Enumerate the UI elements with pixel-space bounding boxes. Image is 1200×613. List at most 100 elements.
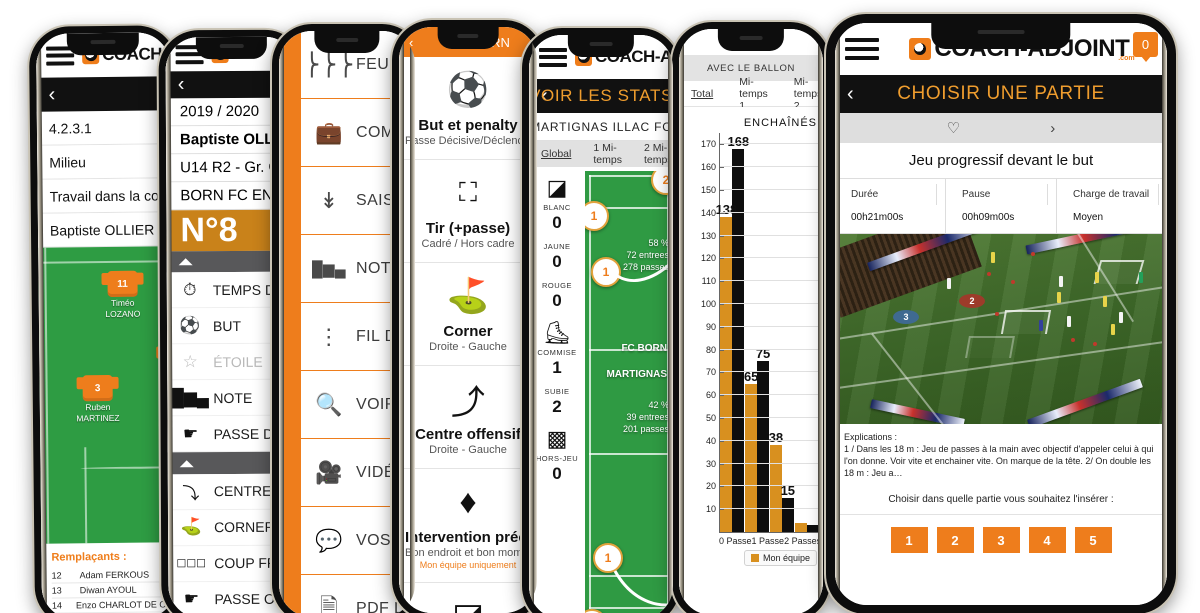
tab-mi-temps-2[interactable]: 2 Mi-temps bbox=[644, 142, 673, 166]
back-icon[interactable]: ‹ bbox=[409, 35, 413, 50]
zone-tag-2[interactable]: 2 bbox=[959, 294, 985, 308]
jersey-icon: 3 bbox=[82, 374, 113, 402]
chart-gridline: 20 bbox=[706, 481, 819, 491]
chart-y-tick: 20 bbox=[706, 481, 725, 491]
stopwatch-icon: ⏱ bbox=[183, 279, 197, 300]
list-item[interactable]: Baptiste OLLIER (c) bbox=[37, 212, 175, 248]
part-button-4[interactable]: 4 bbox=[1028, 527, 1066, 553]
action-but-et-penalty[interactable]: ⚽ But et penalty Passe Décisive/Déclench… bbox=[399, 57, 537, 160]
stat-label: ROUGE bbox=[541, 281, 572, 290]
composition-info-list: 4.2.3.1 Milieu Travail dans la continuit… bbox=[36, 110, 176, 248]
action-tir[interactable]: ⛶ Tir (+passe) Cadré / Hors cadre bbox=[399, 160, 537, 263]
chart-bar-group: 65 75 bbox=[744, 133, 770, 532]
chart-x-tick: 0 Passe bbox=[719, 536, 752, 546]
star-icon: ☆ bbox=[182, 351, 198, 372]
tab-total[interactable]: Total bbox=[691, 88, 713, 100]
bar-chart[interactable]: ENCHAÎNÉS Enchaînements 138 168 65 75 38 15 1… bbox=[679, 107, 823, 613]
curve-arrow-icon: ⤵ bbox=[182, 484, 200, 504]
choose-part-label: Choisir dans quelle partie vous souhaite… bbox=[835, 486, 1167, 515]
legend-label: Mon équipe bbox=[762, 553, 810, 563]
pass-arrows bbox=[605, 258, 673, 607]
action-title: Corner bbox=[443, 323, 493, 340]
chart-x-tick: 1 Passe bbox=[751, 536, 785, 546]
back-icon[interactable]: ‹ bbox=[835, 84, 866, 104]
back-icon[interactable]: ‹ bbox=[529, 86, 560, 106]
meta-pause: Pause 00h09m00s bbox=[946, 179, 1057, 233]
chart-y-tick: 130 bbox=[701, 231, 725, 241]
chart-gridline: 160 bbox=[701, 162, 819, 172]
notch bbox=[931, 23, 1071, 49]
stat-label: HORS-JEU bbox=[535, 454, 579, 463]
part-buttons: 1 2 3 4 5 bbox=[835, 515, 1167, 565]
chart-gridline: 170 bbox=[701, 139, 819, 149]
hamburger-menu-icon[interactable] bbox=[539, 47, 567, 67]
pitch-composition[interactable]: 11 Timéo LOZANO 8 Baptiste OLLIER 3 Rube… bbox=[38, 246, 176, 544]
chart-gridline: 110 bbox=[702, 276, 819, 286]
action-centre-offensif[interactable]: ⤴ Centre offensif Droite - Gauche bbox=[399, 366, 537, 469]
notch bbox=[66, 32, 140, 56]
action-subtitle: Passe Décisive/Déclenchement bbox=[405, 135, 537, 147]
part-button-5[interactable]: 5 bbox=[1074, 527, 1112, 553]
phone-stats: COACH-ADJOINT ‹ VOIR LES STATS MARTIGNAS… bbox=[522, 28, 680, 613]
action-intervention-precieuse[interactable]: ♦ Intervention précieuse Bon endroit et … bbox=[399, 469, 537, 583]
action-subtitle: Droite - Gauche bbox=[429, 341, 507, 353]
notch bbox=[195, 36, 268, 60]
action-carton[interactable]: ◪ Carton Blanc - Jaune - Rouge bbox=[399, 583, 537, 613]
stat-value: 0 bbox=[552, 213, 562, 232]
download-chart-icon: ↡ bbox=[319, 187, 339, 213]
notification-badge[interactable]: 0 bbox=[1133, 32, 1158, 57]
foul-icon: ⛸ bbox=[543, 320, 571, 345]
chart-bar bbox=[794, 522, 807, 532]
exercise-pitch-image[interactable]: 3 2 bbox=[835, 234, 1167, 424]
chart-gridline: 10 bbox=[706, 504, 819, 514]
tab-mi-temps-1[interactable]: 1 Mi-temps bbox=[593, 142, 622, 166]
back-icon[interactable]: ‹ bbox=[36, 84, 67, 106]
stat-value: 0 bbox=[552, 252, 562, 271]
pitch-stats-map[interactable]: 1 2 1 1 2 58 % 72 entrees 278 passes FC … bbox=[585, 171, 673, 613]
chart-y-tick: 160 bbox=[701, 162, 725, 172]
chart-legend[interactable]: Mon équipe bbox=[743, 550, 817, 566]
hamburger-menu-icon[interactable] bbox=[845, 38, 879, 60]
list-item[interactable]: Milieu bbox=[37, 144, 172, 180]
action-corner[interactable]: ⛳ Corner Droite - Gauche bbox=[399, 263, 537, 366]
bag-icon: 💼 bbox=[315, 119, 343, 145]
chart-gridline: 100 bbox=[701, 299, 819, 309]
list-item[interactable]: Travail dans la continuité bbox=[37, 178, 176, 214]
notch bbox=[437, 27, 499, 49]
thumbs-up-icon: ☛ bbox=[183, 589, 200, 609]
part-button-1[interactable]: 1 bbox=[890, 527, 928, 553]
orange-side-bar bbox=[279, 31, 301, 613]
menu-item-label: CENTRE bbox=[213, 483, 272, 500]
page-title: CHOISIR UNE PARTIE bbox=[897, 83, 1105, 104]
chevron-up-icon bbox=[179, 459, 194, 467]
bar-chart-icon: █▆▄ bbox=[171, 387, 210, 408]
stat-value: 0 bbox=[552, 464, 562, 483]
chart-bar-group: 138 168 bbox=[716, 133, 749, 532]
chart-y-tick: 120 bbox=[701, 253, 725, 263]
back-icon[interactable]: ‹ bbox=[166, 74, 197, 96]
heart-icon[interactable]: ♡ bbox=[947, 119, 960, 137]
exercise-title: Jeu progressif devant le but bbox=[835, 143, 1167, 178]
chart-gridline: 130 bbox=[701, 231, 819, 241]
title-bar: ‹ VOIR LES STATS bbox=[529, 79, 673, 113]
chart-y-tick: 50 bbox=[706, 413, 725, 423]
brand-suffix: .com bbox=[1118, 55, 1135, 62]
offside-flag-icon: ▩ bbox=[546, 426, 568, 451]
legend-swatch bbox=[750, 554, 759, 562]
chart-gridline: 70 bbox=[706, 367, 819, 377]
chart-y-tick: 80 bbox=[706, 345, 725, 355]
explications-text: 1 / Dans les 18 m : Jeu de passes à la m… bbox=[844, 444, 1154, 478]
list-item: 14Enzo CHARLOT DE OLIVEIRA bbox=[51, 597, 176, 613]
tab-global[interactable]: Global bbox=[541, 148, 571, 160]
jersey-icon: 11 bbox=[107, 270, 138, 297]
chevron-right-icon[interactable]: › bbox=[1050, 120, 1055, 137]
list-item[interactable]: 4.2.3.1 bbox=[36, 110, 172, 146]
match-name: MARTIGNAS ILLAC FC bbox=[529, 113, 673, 141]
zone-tag-3[interactable]: 3 bbox=[893, 310, 919, 324]
chart-bar-group bbox=[794, 133, 819, 532]
chart-y-tick: 40 bbox=[706, 436, 725, 446]
stats-side-column: ◪ BLANC 0 JAUNE 0 ROUGE 0 ⛸ COMMISE 1 SU… bbox=[529, 167, 585, 613]
part-button-2[interactable]: 2 bbox=[936, 527, 974, 553]
chart-bars: 138 168 65 75 38 15 bbox=[716, 133, 819, 532]
part-button-3[interactable]: 3 bbox=[982, 527, 1020, 553]
